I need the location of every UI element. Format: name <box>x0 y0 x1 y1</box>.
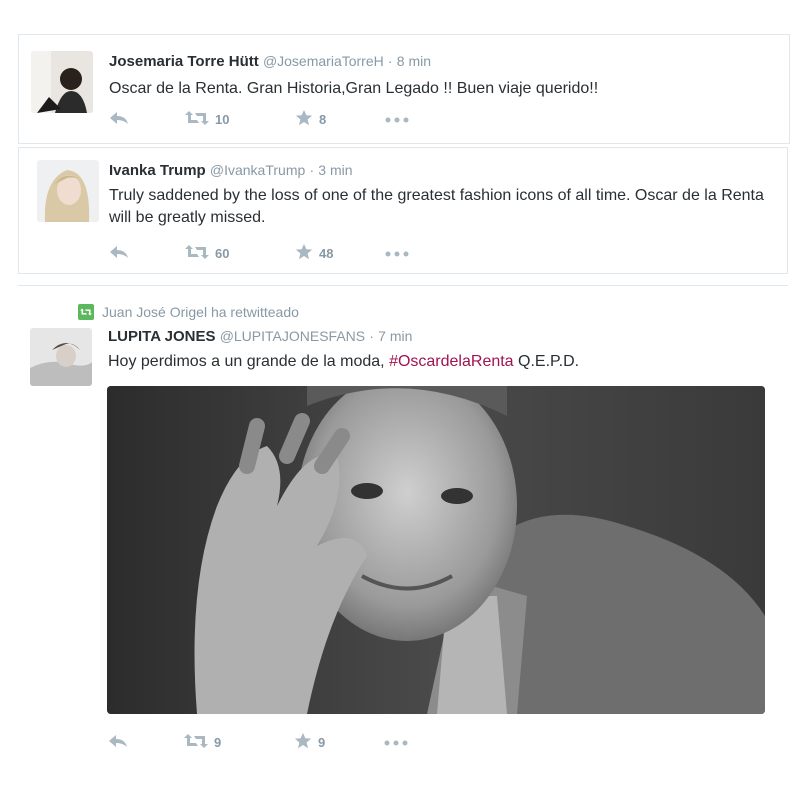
separator: · <box>369 328 374 344</box>
tweet-actions: 60 48 <box>109 242 409 264</box>
hashtag-link[interactable]: #OscardelaRenta <box>389 353 514 370</box>
more-button[interactable] <box>384 735 408 750</box>
tweet-header: Josemaria Torre Hütt @JosemariaTorreH · … <box>109 51 779 72</box>
author-name[interactable]: LUPITA JONES <box>108 328 216 345</box>
reply-button[interactable] <box>109 245 185 262</box>
avatar[interactable] <box>37 160 99 222</box>
tweet-content: Josemaria Torre Hütt @JosemariaTorreH · … <box>109 51 779 100</box>
more-button[interactable] <box>385 246 409 261</box>
favorite-button[interactable]: 48 <box>295 243 385 264</box>
author-handle[interactable]: @JosemariaTorreH <box>263 53 384 69</box>
more-button[interactable] <box>385 112 409 127</box>
tweet-card: Ivanka Trump @IvankaTrump · 3 min Truly … <box>18 147 788 274</box>
tweet-content: LUPITA JONES @LUPITAJONESFANS · 7 min Ho… <box>108 326 778 373</box>
tweet-header: LUPITA JONES @LUPITAJONESFANS · 7 min <box>108 326 778 347</box>
timestamp[interactable]: 3 min <box>318 162 352 178</box>
more-dots-icon <box>384 735 408 750</box>
retweet-context: Juan José Origel ha retwitteado <box>78 304 299 320</box>
tweet-photo[interactable] <box>107 386 765 714</box>
separator: · <box>309 162 315 178</box>
favorite-star-icon <box>295 243 313 264</box>
favorite-button[interactable]: 8 <box>295 109 385 130</box>
retweet-button[interactable]: 60 <box>185 244 295 263</box>
avatar[interactable] <box>30 328 92 386</box>
retweet-icon <box>185 244 209 263</box>
tweet-text: Oscar de la Renta. Gran Historia,Gran Le… <box>109 80 599 97</box>
tweet-actions: 10 8 <box>109 108 409 130</box>
retweet-button[interactable]: 9 <box>184 733 294 752</box>
retweeted-by[interactable]: Juan José Origel ha retwitteado <box>102 304 299 320</box>
favorite-count: 8 <box>319 111 327 127</box>
more-dots-icon <box>385 112 409 127</box>
favorite-count: 9 <box>318 734 326 750</box>
favorite-count: 48 <box>319 245 334 261</box>
retweet-count: 10 <box>215 111 230 127</box>
reply-icon <box>108 734 128 751</box>
reply-button[interactable] <box>108 734 184 751</box>
author-handle[interactable]: @IvankaTrump <box>210 162 305 178</box>
tweet-card: Josemaria Torre Hütt @JosemariaTorreH · … <box>18 34 790 144</box>
reply-icon <box>109 111 129 128</box>
timestamp[interactable]: 8 min <box>397 53 431 69</box>
reply-icon <box>109 245 129 262</box>
tweet-header: Ivanka Trump @IvankaTrump · 3 min <box>109 160 777 181</box>
timestamp[interactable]: 7 min <box>378 328 412 344</box>
favorite-star-icon <box>295 109 313 130</box>
tweet-content: Ivanka Trump @IvankaTrump · 3 min Truly … <box>109 160 777 229</box>
favorite-star-icon <box>294 732 312 753</box>
tweet-card: Juan José Origel ha retwitteado LUPITA J… <box>18 285 788 785</box>
author-name[interactable]: Ivanka Trump <box>109 162 206 179</box>
author-name[interactable]: Josemaria Torre Hütt <box>109 53 259 70</box>
more-dots-icon <box>385 246 409 261</box>
tweet-actions: 9 9 <box>108 731 408 753</box>
tweet-text: Truly saddened by the loss of one of the… <box>109 187 764 226</box>
retweet-icon <box>184 733 208 752</box>
tweet-text-before: Hoy perdimos a un grande de la moda, <box>108 353 390 370</box>
retweeted-icon <box>78 304 94 320</box>
avatar[interactable] <box>31 51 93 113</box>
tweet-text-after: Q.E.P.D. <box>513 353 580 370</box>
retweet-count: 60 <box>215 245 230 261</box>
tweet-text: Hoy perdimos a un grande de la moda, #Os… <box>108 351 778 373</box>
separator: · <box>387 53 393 69</box>
retweet-count: 9 <box>214 734 222 750</box>
retweet-icon <box>185 110 209 129</box>
reply-button[interactable] <box>109 111 185 128</box>
author-handle[interactable]: @LUPITAJONESFANS <box>220 328 365 344</box>
favorite-button[interactable]: 9 <box>294 732 384 753</box>
retweet-button[interactable]: 10 <box>185 110 295 129</box>
